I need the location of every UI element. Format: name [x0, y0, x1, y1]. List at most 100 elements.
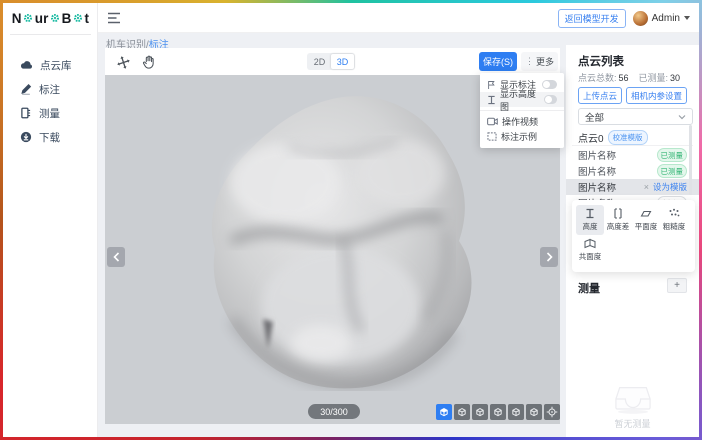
roughness-icon: [668, 208, 680, 219]
download-icon: [20, 131, 32, 143]
logo-text-part: B: [62, 11, 72, 26]
gear-icon: [50, 13, 60, 23]
tool-height-difference[interactable]: 高度差: [604, 205, 632, 235]
cube-icon: [438, 406, 450, 418]
panel-title: 点云列表: [578, 53, 624, 69]
logo-text-part: ur: [35, 11, 49, 26]
gear-icon: [73, 13, 83, 23]
tool-flatness[interactable]: 平面度: [632, 205, 660, 235]
hand-icon: [142, 55, 155, 69]
tools-grid: 高度 高度差 平面度: [576, 205, 691, 265]
sidebar-item-download[interactable]: 下载: [3, 125, 98, 149]
view-right-button[interactable]: [490, 404, 506, 420]
view-front-button[interactable]: [436, 404, 452, 420]
tool-label: 共面度: [579, 251, 602, 262]
canvas-card: 2D 3D 保存(S) ⋮ 更多 显示标注: [105, 48, 560, 424]
close-icon[interactable]: ×: [644, 182, 649, 192]
reset-view-button[interactable]: [544, 404, 560, 420]
height-icon: [585, 208, 595, 219]
collapse-menu-icon[interactable]: [107, 12, 121, 24]
add-measure-button[interactable]: +: [667, 278, 687, 293]
video-icon: [487, 117, 498, 126]
image-name: 图片名称: [578, 180, 616, 194]
panel-stats: 点云总数:56 已测量:30: [578, 71, 680, 84]
tool-roughness[interactable]: 粗糙度: [660, 205, 688, 235]
toggle-switch-off[interactable]: [544, 95, 557, 104]
set-as-template-action[interactable]: 设为模版: [653, 181, 687, 193]
menu-item-operation-video[interactable]: 操作视频: [480, 114, 564, 129]
view-back-button[interactable]: [454, 404, 470, 420]
mode-2d-button[interactable]: 2D: [308, 54, 331, 69]
measure-title: 测量: [578, 280, 600, 296]
logo-text-part: N: [12, 11, 22, 26]
logo: Nur Bt: [3, 3, 98, 33]
back-to-model-dev-button[interactable]: 返回模型开发: [558, 9, 626, 28]
user-menu[interactable]: Admin: [633, 11, 690, 26]
chevron-down-icon: [684, 16, 690, 20]
image-list-item[interactable]: 图片名称 已测量: [566, 147, 699, 163]
next-image-button[interactable]: [540, 247, 558, 267]
more-menu: 显示标注 显示高度图 操作视频: [480, 73, 564, 148]
save-button[interactable]: 保存(S): [479, 52, 517, 71]
more-label: 更多: [536, 55, 554, 68]
cube-icon: [528, 406, 540, 418]
image-list-item[interactable]: 图片名称 已测量: [566, 163, 699, 179]
mode-3d-button[interactable]: 3D: [331, 54, 354, 69]
image-name: 图片名称: [578, 148, 616, 162]
image-list-item-selected[interactable]: 图片名称 × 设为模版: [566, 179, 699, 195]
upload-pointcloud-button[interactable]: 上传点云: [578, 87, 622, 104]
sidebar-item-label: 测量: [39, 106, 60, 121]
sidebar-item-annotate[interactable]: 标注: [3, 77, 98, 101]
view-top-button[interactable]: [508, 404, 524, 420]
pointcloud-panel: 点云列表 点云总数:56 已测量:30 上传点云 相机内参设置 全部 点云0 校…: [566, 45, 699, 437]
cube-icon: [456, 406, 468, 418]
view-orientation-buttons: [436, 404, 560, 420]
panel-buttons: 上传点云 相机内参设置: [578, 87, 687, 104]
camera-intrinsics-button[interactable]: 相机内参设置: [626, 87, 687, 104]
crosshair-icon: [546, 406, 558, 418]
tool-height[interactable]: 高度: [576, 205, 604, 235]
chevron-left-icon: [113, 252, 120, 262]
move-tool-button[interactable]: [115, 54, 131, 70]
menu-item-label: 显示高度图: [500, 87, 540, 113]
pen-icon: [20, 83, 32, 95]
empty-inbox-icon: [614, 383, 652, 415]
avatar: [633, 11, 648, 26]
cube-icon: [492, 406, 504, 418]
more-button[interactable]: ⋮ 更多: [521, 52, 558, 71]
topbar: 返回模型开发 Admin: [98, 3, 699, 33]
view-left-button[interactable]: [472, 404, 488, 420]
menu-item-show-heightmap[interactable]: 显示高度图: [480, 92, 564, 107]
chevron-down-icon: [678, 114, 686, 120]
status-badge-measured: 已测量: [657, 164, 688, 178]
sidebar-nav: 点云库 标注 测量: [3, 53, 98, 149]
logo-text-part: t: [85, 11, 90, 26]
example-frame-icon: [487, 132, 497, 141]
tool-icons: [115, 54, 156, 70]
pan-tool-button[interactable]: [140, 54, 156, 70]
calibration-template-badge: 校准模版: [608, 130, 648, 145]
view-bottom-button[interactable]: [526, 404, 542, 420]
sidebar: Nur Bt 点云库 标注: [3, 3, 98, 437]
more-dots-icon: ⋮: [525, 56, 534, 67]
scrollbar-thumb[interactable]: [689, 125, 692, 195]
tool-label: 高度差: [607, 221, 630, 232]
menu-item-annotation-example[interactable]: 标注示例: [480, 129, 564, 144]
tooth-model: [193, 91, 478, 391]
toggle-switch-off[interactable]: [542, 80, 557, 89]
prev-image-button[interactable]: [107, 247, 125, 267]
pointcloud-item[interactable]: 点云0 校准模版: [578, 130, 648, 145]
tool-coplanarity[interactable]: 共面度: [576, 235, 604, 265]
topbar-right: 返回模型开发 Admin: [558, 3, 690, 33]
pointcloud-name: 点云0: [578, 130, 604, 145]
chevron-right-icon: [546, 252, 553, 262]
sidebar-item-pointcloud-library[interactable]: 点云库: [3, 53, 98, 77]
stat-total: 点云总数:56: [578, 71, 629, 84]
user-name: Admin: [652, 13, 680, 24]
empty-state-text: 暂无测量: [566, 417, 699, 430]
filter-select[interactable]: 全部: [578, 108, 693, 125]
sidebar-item-measure[interactable]: 测量: [3, 101, 98, 125]
sidebar-item-label: 标注: [39, 82, 60, 97]
coplanarity-icon: [584, 238, 596, 249]
plus-icon: +: [674, 280, 680, 292]
